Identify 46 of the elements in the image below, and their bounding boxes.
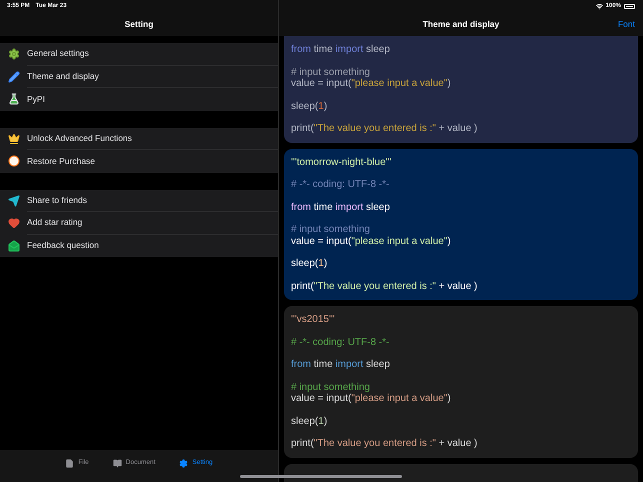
code-line: # -*- coding: UTF-8 -*- bbox=[291, 179, 390, 190]
code-line: from time import sleep bbox=[291, 202, 390, 213]
code-line: '''vs2015''' bbox=[291, 314, 335, 326]
settings-icon bbox=[179, 458, 188, 468]
code-line: from time import sleep bbox=[291, 44, 390, 56]
code-line: value = input("please input a value") bbox=[291, 236, 451, 247]
code-preview-card[interactable]: '''vs2015''' # -*- coding: UTF-8 -*- from time import sleep # input something value = input("please input a value") sleep(1) print("The value you entered is :" + value ) bbox=[284, 306, 638, 458]
paper-plane-icon bbox=[8, 194, 20, 207]
code-preview-card[interactable]: '''tomorrow-night-blue''' # -*- coding: UTF-8 -*- from time import sleep # input something value = input("please input a value") sleep(1) print("The value you entered is :" + value ) bbox=[284, 148, 638, 300]
code-line: sleep(1) bbox=[291, 258, 328, 270]
file-icon bbox=[65, 458, 74, 468]
code-line: # input something bbox=[291, 382, 370, 393]
code-line: print("The value you entered is :" + value ) bbox=[291, 438, 478, 450]
heart-icon bbox=[8, 217, 20, 230]
code-line: print("The value you entered is :" + value ) bbox=[291, 280, 478, 292]
wifi-icon bbox=[596, 2, 603, 10]
book-icon bbox=[112, 458, 122, 468]
settings-row[interactable]: Share to friends bbox=[27, 190, 278, 212]
battery-icon bbox=[624, 4, 635, 8]
settings-row[interactable]: Restore Purchase bbox=[27, 150, 278, 172]
code-line: sleep(1) bbox=[291, 100, 328, 112]
code-line: sleep(1) bbox=[291, 416, 328, 427]
settings-row[interactable]: Add star rating bbox=[27, 212, 278, 234]
font-button[interactable]: Font bbox=[618, 18, 635, 30]
code-line: print("The value you entered is :" + value ) bbox=[291, 123, 478, 134]
code-line: value = input("please input a value") bbox=[291, 393, 451, 404]
settings-row[interactable]: General settings bbox=[27, 43, 278, 66]
clock-icon bbox=[8, 155, 20, 168]
gear-icon bbox=[8, 48, 20, 60]
code-line: # input something bbox=[291, 224, 370, 236]
settings-row[interactable]: Theme and display bbox=[27, 66, 278, 88]
settings-row[interactable]: Unlock Advanced Functions bbox=[27, 128, 278, 150]
envelope-icon bbox=[8, 240, 20, 252]
code-line: from time import sleep bbox=[291, 359, 390, 370]
code-line: value = input("please input a value") bbox=[291, 78, 451, 90]
code-line: '''tomorrow-night-blue''' bbox=[291, 156, 392, 168]
settings-row[interactable]: Feedback question bbox=[27, 234, 278, 257]
code-line: # -*- coding: UTF-8 -*- bbox=[291, 336, 390, 348]
flask-icon bbox=[8, 93, 20, 106]
code-preview-card[interactable]: from time import sleep # input something value = input("please input a value") sleep(1) print("The value you entered is :" + value ) bbox=[284, 36, 638, 142]
detail-title: Theme and display bbox=[422, 18, 500, 30]
sidebar-title: Setting bbox=[124, 18, 154, 30]
code-line: # input something bbox=[291, 66, 370, 78]
crown-icon bbox=[8, 132, 20, 145]
settings-row[interactable]: PyPI bbox=[27, 88, 278, 110]
pencil-icon bbox=[8, 70, 20, 83]
